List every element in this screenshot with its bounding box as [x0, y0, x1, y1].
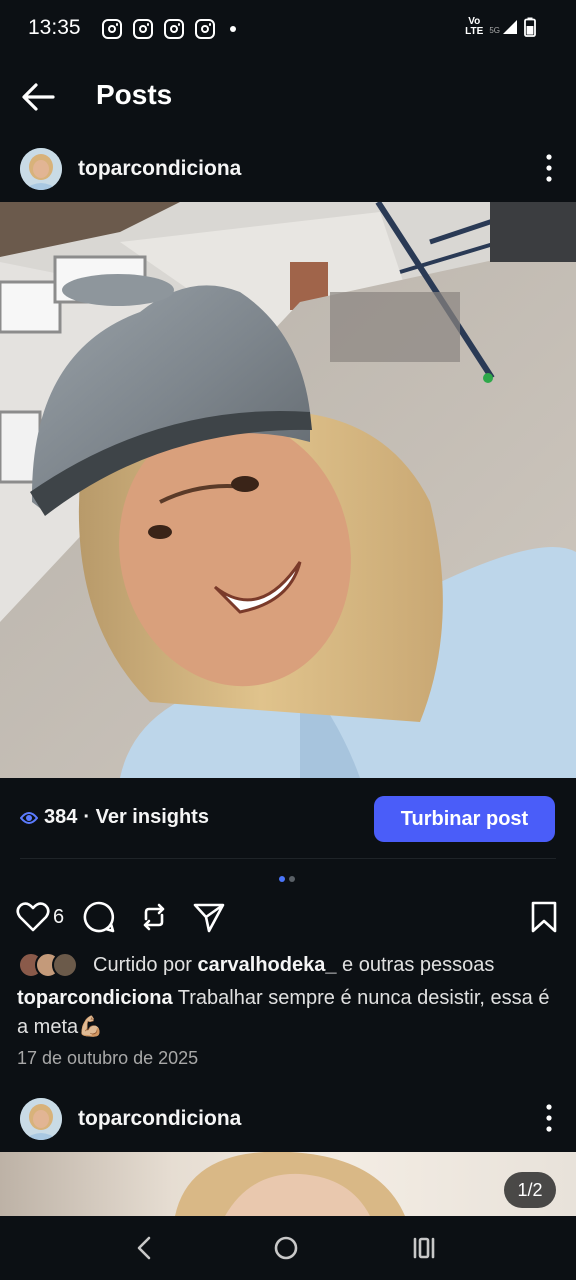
status-time: 13:35 [28, 16, 81, 39]
carousel-dot-active [279, 876, 285, 882]
caption: toparcondiciona Trabalhar sempre é nunca… [17, 984, 557, 1042]
insights-link[interactable]: 384 · Ver insights [20, 806, 209, 829]
views-count: 384 [44, 806, 78, 828]
liker-avatar [52, 952, 78, 978]
avatar[interactable] [20, 148, 62, 190]
bookmark-icon[interactable] [527, 900, 561, 934]
share-icon[interactable] [192, 900, 226, 934]
carousel-indicator [279, 876, 295, 882]
insights-label: · Ver insights [83, 806, 209, 828]
next-post-username[interactable]: toparcondiciona [78, 1107, 241, 1131]
repost-icon[interactable] [137, 900, 171, 934]
post-date: 17 de outubro de 2025 [17, 1048, 199, 1068]
more-notifications-icon [230, 26, 236, 32]
instagram-icon [195, 19, 215, 39]
liked-by-text: Curtido por carvalhodeka_ e outras pesso… [93, 953, 495, 976]
more-options-icon[interactable] [544, 1102, 554, 1136]
nav-back-icon[interactable] [128, 1232, 160, 1264]
app-header: Posts [0, 60, 576, 136]
like-count[interactable]: 6 [53, 906, 64, 929]
next-post-header: toparcondiciona [0, 1086, 576, 1152]
nav-home-icon[interactable] [270, 1232, 302, 1264]
comment-icon[interactable] [82, 900, 116, 934]
divider [20, 858, 556, 859]
carousel-dot [289, 876, 295, 882]
signal-icon: 5G [489, 19, 518, 35]
post-header: toparcondiciona [0, 136, 576, 202]
page-counter: 1/2 [504, 1172, 556, 1208]
boost-post-button[interactable]: Turbinar post [374, 796, 555, 842]
post-username[interactable]: toparcondiciona [78, 157, 241, 181]
system-nav-bar [0, 1216, 576, 1280]
next-post-photo[interactable]: 1/2 [0, 1152, 576, 1216]
instagram-icon [102, 19, 122, 39]
volte-icon: Vo LTE [465, 16, 484, 37]
eye-icon [20, 811, 38, 824]
back-arrow-icon[interactable] [20, 81, 56, 113]
heart-icon[interactable] [16, 900, 50, 934]
battery-icon [524, 17, 536, 37]
liked-by-user[interactable]: carvalhodeka_ [198, 954, 337, 976]
instagram-icon [164, 19, 184, 39]
screen: 13:35 Vo LTE 5G Posts toparcondiciona 38… [0, 0, 576, 1280]
more-options-icon[interactable] [544, 152, 554, 186]
status-indicators: Vo LTE 5G [465, 17, 536, 37]
post-photo[interactable] [0, 202, 576, 778]
nav-recents-icon[interactable] [408, 1232, 440, 1264]
avatar[interactable] [20, 1098, 62, 1140]
status-bar: 13:35 Vo LTE 5G [0, 0, 576, 60]
instagram-icon [133, 19, 153, 39]
notification-icons [102, 19, 236, 39]
page-title: Posts [96, 79, 173, 110]
liked-by-row[interactable]: Curtido por carvalhodeka_ e outras pesso… [18, 951, 494, 979]
caption-username[interactable]: toparcondiciona [17, 987, 173, 1009]
